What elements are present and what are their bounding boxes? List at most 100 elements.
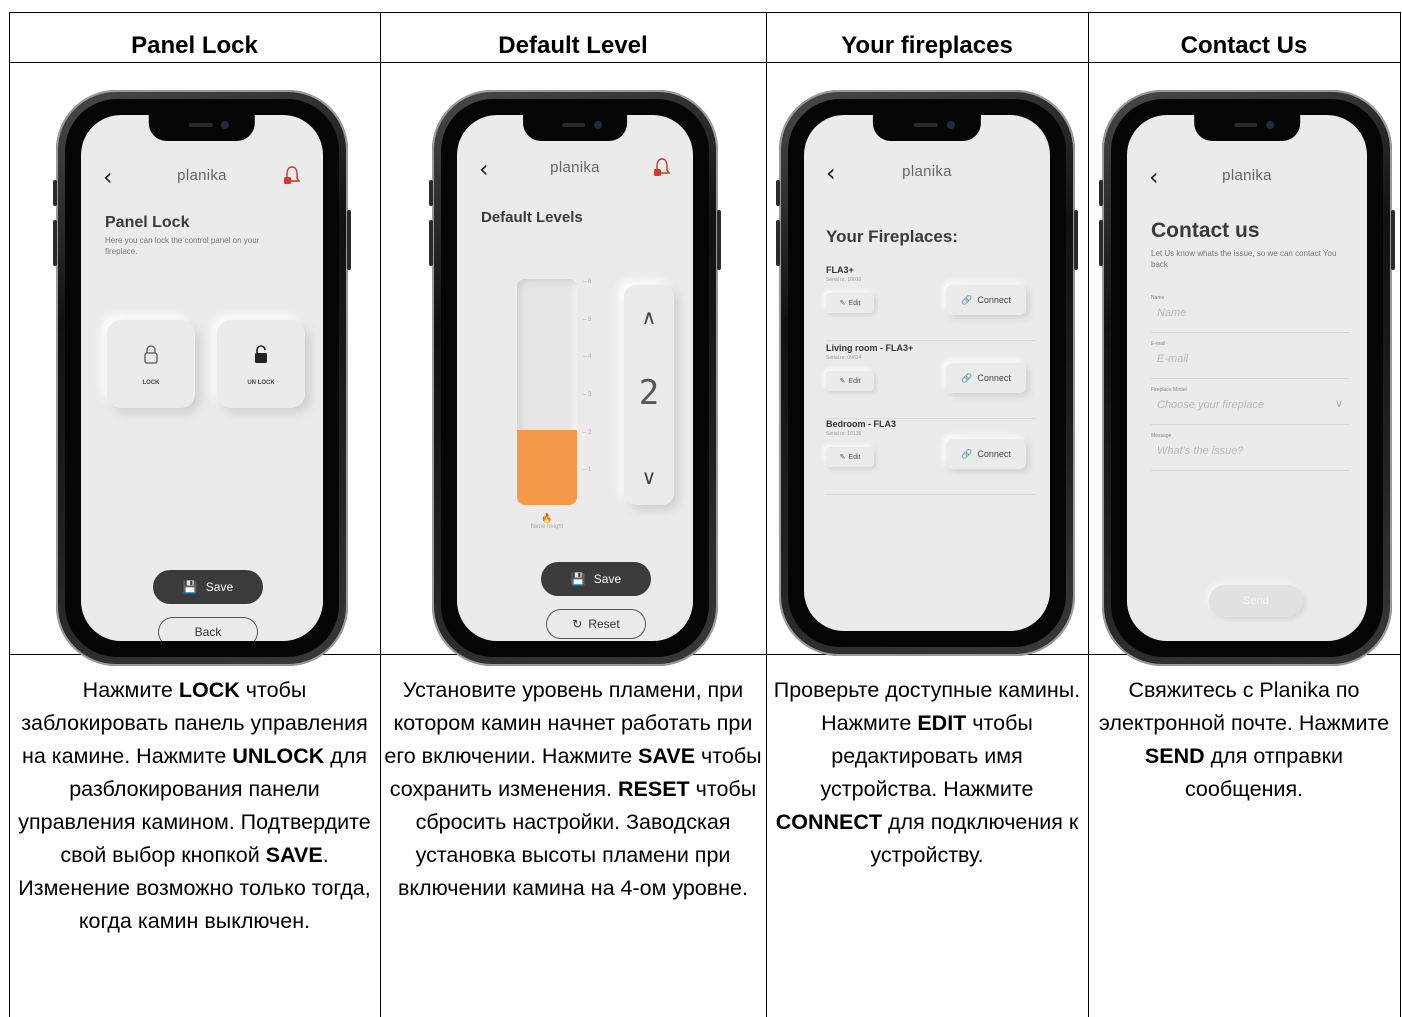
fireplace-name: Bedroom - FLA3: [826, 419, 897, 429]
screen-title: Panel Lock: [105, 214, 190, 231]
level-tick: – 4: [583, 354, 592, 361]
save-label: Save: [205, 580, 234, 594]
edit-button[interactable]: ✎ Edit: [826, 371, 874, 391]
instruction-table: Panel Lock Default Level Your fireplaces…: [9, 12, 1401, 1017]
fireplace-model-label: Fireplace Model: [1151, 387, 1187, 393]
table-top-border: [9, 12, 1401, 13]
notification-bell-icon[interactable]: [653, 157, 671, 179]
name-field[interactable]: Name Name: [1151, 295, 1349, 333]
email-field-label: E-mail: [1151, 341, 1166, 347]
link-icon: 🔗: [961, 448, 973, 459]
flame-level-slider[interactable]: [517, 279, 577, 505]
send-button[interactable]: Send: [1209, 585, 1303, 617]
phone-side-button: [1391, 210, 1395, 270]
email-field[interactable]: E-mail E-mail: [1151, 341, 1349, 379]
save-label: Save: [593, 572, 622, 586]
unlock-label: UN LOCK: [247, 380, 275, 386]
app-header: ‹ planika: [804, 159, 1050, 189]
reset-icon: ↻: [572, 617, 583, 631]
fireplace-model-select[interactable]: Fireplace Model Choose your fireplace ∨: [1151, 387, 1349, 425]
app-header: ‹ planika: [1127, 163, 1367, 193]
message-field[interactable]: Message What's the issue?: [1151, 433, 1349, 471]
reset-button[interactable]: ↻ Reset: [546, 609, 646, 639]
flame-caption: 🔥 flame height: [517, 513, 577, 530]
flame-caption-label: flame height: [530, 524, 564, 530]
app-header: ‹ planika: [457, 155, 693, 185]
edit-button[interactable]: ✎ Edit: [826, 447, 874, 467]
level-down-chevron-icon[interactable]: ∨: [624, 465, 674, 489]
reset-label: Reset: [588, 617, 620, 631]
table-right-border: [1400, 12, 1401, 1017]
unlock-button[interactable]: UN LOCK: [217, 320, 305, 408]
fireplace-serial: Serial nr: 09614: [826, 355, 862, 361]
link-icon: 🔗: [961, 294, 973, 305]
phone-side-button: [53, 220, 57, 266]
level-tick: – 2: [583, 429, 592, 436]
phone-side-button: [717, 210, 721, 270]
level-tick: – 6: [583, 279, 592, 285]
connect-label: Connect: [977, 295, 1011, 305]
level-value: 2: [638, 373, 660, 413]
phone-side-button: [347, 210, 351, 270]
save-icon: 💾: [570, 572, 586, 586]
chevron-down-icon: ∨: [1334, 398, 1343, 410]
description-default-level: Установите уровень пламени, при котором …: [384, 678, 762, 900]
connect-button[interactable]: 🔗 Connect: [946, 285, 1026, 315]
save-button[interactable]: 💾 Save: [153, 570, 263, 604]
brand-logo: planika: [902, 163, 952, 180]
phone-your-fireplaces: ‹ planika Your Fireplaces: FLA3+ Serial …: [776, 90, 1078, 656]
phone-side-button: [1074, 210, 1078, 270]
phone-side-button: [429, 180, 433, 206]
connect-label: Connect: [977, 449, 1011, 459]
edit-button[interactable]: ✎ Edit: [826, 293, 874, 313]
link-icon: 🔗: [961, 372, 973, 383]
lock-label: LOCK: [142, 380, 160, 386]
phone-notch: [1194, 115, 1300, 141]
save-button[interactable]: 💾 Save: [541, 562, 651, 596]
notification-bell-icon[interactable]: [283, 165, 301, 187]
back-button[interactable]: Back: [158, 617, 258, 641]
app-screen-your-fireplaces: ‹ planika Your Fireplaces: FLA3+ Serial …: [804, 115, 1050, 631]
edit-icon: ✎: [839, 378, 846, 385]
column-title-contact-us: Contact Us: [1180, 32, 1308, 59]
connect-button[interactable]: 🔗 Connect: [946, 439, 1026, 469]
fireplace-name: Living room - FLA3+: [826, 343, 914, 353]
fireplace-model-placeholder: Choose your fireplace: [1157, 399, 1265, 411]
message-field-placeholder: What's the issue?: [1157, 445, 1244, 457]
app-screen-panel-lock: ‹ planika Panel Lock Here you can lock t…: [81, 115, 323, 641]
phone-side-button: [776, 180, 780, 206]
phone-notch: [872, 115, 982, 141]
description-your-fireplaces: Проверьте доступные камины. Нажмите EDIT…: [773, 678, 1081, 867]
level-up-chevron-icon[interactable]: ∧: [624, 305, 674, 329]
fireplace-list-item: Bedroom - FLA3 Serial nr: 10136 ✎ Edit 🔗 C…: [826, 419, 1036, 495]
screen-subtitle: Here you can lock the control panel on y…: [105, 236, 260, 256]
phone-side-button: [1099, 180, 1103, 206]
padlock-open-icon: [255, 345, 267, 363]
fireplace-list-item: Living room - FLA3+ Serial nr: 09614 ✎ Ed…: [826, 343, 1036, 419]
connect-button[interactable]: 🔗 Connect: [946, 363, 1026, 393]
screen-subtitle: Let Us know whats the issue, so we can c…: [1151, 249, 1337, 269]
phone-side-button: [429, 220, 433, 266]
table-left-border: [9, 12, 10, 1017]
level-tick: – 3: [583, 392, 592, 398]
level-ticks: – 6 – 5 – 4 – 3 – 2 – 1: [583, 279, 601, 505]
description-panel-lock: Нажмите LOCK чтобы заблокировать панель …: [18, 678, 371, 933]
screen-title: Your Fireplaces:: [826, 227, 958, 246]
fireplace-serial: Serial nr: 10136: [826, 431, 862, 437]
column-title-panel-lock: Panel Lock: [131, 32, 258, 59]
padlock-closed-icon: [144, 345, 158, 364]
level-tick: – 5: [583, 316, 592, 323]
save-icon: 💾: [182, 580, 198, 594]
app-screen-default-level: ‹ planika Default Levels – 6 – 5 – 4 – 3 – 2…: [457, 115, 693, 641]
phone-side-button: [776, 220, 780, 266]
fireplace-serial: Serial nr: 10010: [826, 277, 862, 283]
edit-label: Edit: [848, 453, 861, 461]
email-field-placeholder: E-mail: [1157, 353, 1189, 365]
edit-icon: ✎: [839, 300, 846, 307]
lock-button[interactable]: LOCK: [107, 320, 195, 408]
brand-logo: planika: [1222, 167, 1272, 184]
message-field-label: Message: [1151, 433, 1172, 439]
phone-side-button: [53, 180, 57, 206]
app-screen-contact-us: ‹ planika Contact us Let Us know whats t…: [1127, 115, 1367, 641]
app-header: ‹ planika: [81, 163, 323, 193]
